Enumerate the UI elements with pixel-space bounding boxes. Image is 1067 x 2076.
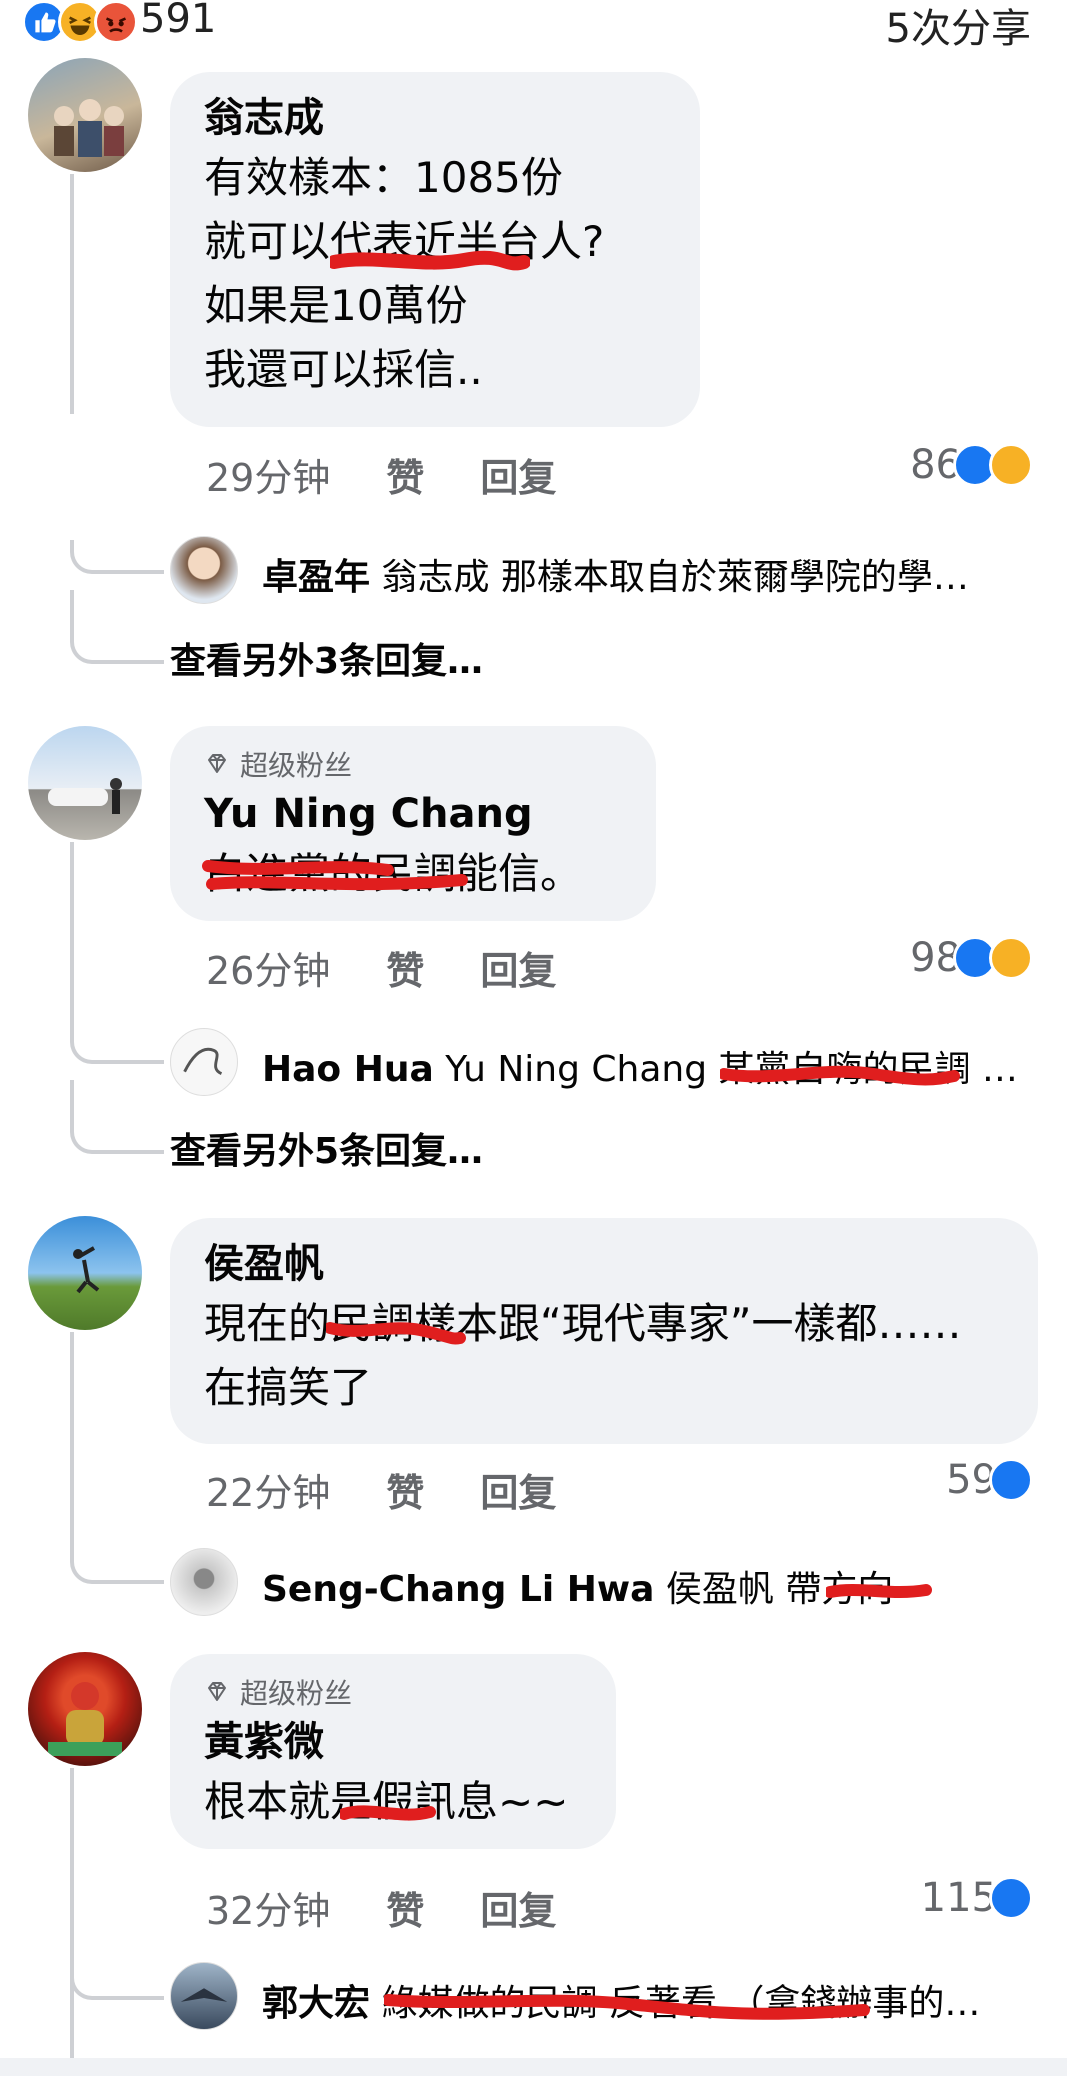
top-fan-badge: 超级粉丝 <box>204 1672 582 1712</box>
like-icon <box>989 1876 1033 1920</box>
like-icon <box>989 1458 1033 1502</box>
redaction-scribble <box>202 860 468 891</box>
reply-author[interactable]: 郭大宏 <box>262 1983 370 2024</box>
like-button[interactable]: 赞 <box>386 447 424 502</box>
reply-connector <box>70 1966 164 2000</box>
redaction-scribble <box>720 1065 960 1086</box>
reaction-count[interactable]: 591 <box>140 0 216 42</box>
comment-text: 現在的民調樣本跟“現代專家”一樣都…… 在搞笑了 <box>204 1299 962 1412</box>
badge-label: 超级粉丝 <box>240 1677 353 1710</box>
reply-text: 翁志成 那樣本取自於萊爾學院的學… <box>381 557 969 598</box>
commenter-avatar[interactable] <box>28 1216 142 1330</box>
angry-icon <box>94 0 138 44</box>
comment-reactions[interactable]: 98 <box>910 935 1033 981</box>
reply-author[interactable]: Seng-Chang Li Hwa <box>262 1569 654 1610</box>
redaction-scribble <box>826 1584 932 1598</box>
reply-button[interactable]: 回复 <box>480 1462 556 1517</box>
reply-avatar[interactable] <box>170 1962 238 2030</box>
badge-label: 超级粉丝 <box>240 749 353 782</box>
view-more-replies[interactable]: 查看另外3条回复… <box>170 632 483 684</box>
bottom-divider <box>0 2058 1067 2076</box>
comment-time[interactable]: 29分钟 <box>206 447 330 502</box>
view-more-replies[interactable]: 查看另外5条回复… <box>170 1122 483 1174</box>
haha-icon <box>989 443 1033 487</box>
thread-line <box>70 174 74 414</box>
comment-actions: 29分钟 赞 回复 <box>206 447 556 502</box>
reply-preview[interactable]: 卓盈年 翁志成 那樣本取自於萊爾學院的學… <box>262 548 969 600</box>
redaction-scribble <box>340 1805 436 1821</box>
haha-icon <box>989 936 1033 980</box>
reply-connector <box>70 1030 164 1064</box>
reply-button[interactable]: 回复 <box>480 447 556 502</box>
reaction-summary-bar[interactable]: 591 5次分享 <box>0 0 1067 60</box>
comment-author[interactable]: 侯盈帆 <box>204 1236 1004 1292</box>
more-connector <box>70 590 164 664</box>
comment-reactions[interactable]: 86 <box>910 442 1033 488</box>
comment-actions: 32分钟 赞 回复 <box>206 1880 556 1935</box>
comment-time[interactable]: 26分钟 <box>206 940 330 995</box>
reply-avatar[interactable] <box>170 1028 238 1096</box>
thread-line <box>70 1768 74 2068</box>
reply-avatar[interactable] <box>170 536 238 604</box>
reply-connector <box>70 540 164 574</box>
reply-button[interactable]: 回复 <box>480 1880 556 1935</box>
comment-author[interactable]: 翁志成 <box>204 90 666 146</box>
redaction-scribble <box>384 1994 870 2020</box>
like-button[interactable]: 赞 <box>386 1880 424 1935</box>
reply-avatar[interactable] <box>170 1548 238 1616</box>
reply-connector <box>70 1550 164 1584</box>
comment-reactions[interactable]: 59 <box>946 1457 1033 1503</box>
comment-actions: 26分钟 赞 回复 <box>206 940 556 995</box>
reply-author[interactable]: 卓盈年 <box>262 557 370 598</box>
redaction-scribble <box>330 250 530 271</box>
commenter-avatar[interactable] <box>28 1652 142 1766</box>
reply-button[interactable]: 回复 <box>480 940 556 995</box>
comment-actions: 22分钟 赞 回复 <box>206 1462 556 1517</box>
redaction-scribble <box>326 1322 466 1345</box>
like-button[interactable]: 赞 <box>386 940 424 995</box>
more-connector <box>70 1080 164 1154</box>
comment-author[interactable]: 黃紫微 <box>204 1714 582 1770</box>
commenter-avatar[interactable] <box>28 726 142 840</box>
reply-author[interactable]: Hao Hua <box>262 1049 434 1090</box>
comment-time[interactable]: 22分钟 <box>206 1462 330 1517</box>
comment-reactions[interactable]: 115 <box>921 1875 1033 1921</box>
thread-line <box>70 1332 74 1562</box>
comment-author[interactable]: Yu Ning Chang <box>204 786 622 842</box>
comment-bubble[interactable]: 侯盈帆 現在的民調樣本跟“現代專家”一樣都…… 在搞笑了 <box>170 1218 1038 1444</box>
reply-preview[interactable]: Seng-Chang Li Hwa 侯盈帆 帶方向 <box>262 1560 893 1612</box>
commenter-avatar[interactable] <box>28 58 142 172</box>
share-count[interactable]: 5次分享 <box>886 0 1031 54</box>
diamond-icon <box>208 1682 226 1701</box>
diamond-icon <box>208 754 226 773</box>
thread-line <box>70 842 74 1042</box>
reaction-count: 115 <box>920 1875 997 1921</box>
comment-time[interactable]: 32分钟 <box>206 1880 330 1935</box>
like-button[interactable]: 赞 <box>386 1462 424 1517</box>
top-fan-badge: 超级粉丝 <box>204 744 622 784</box>
